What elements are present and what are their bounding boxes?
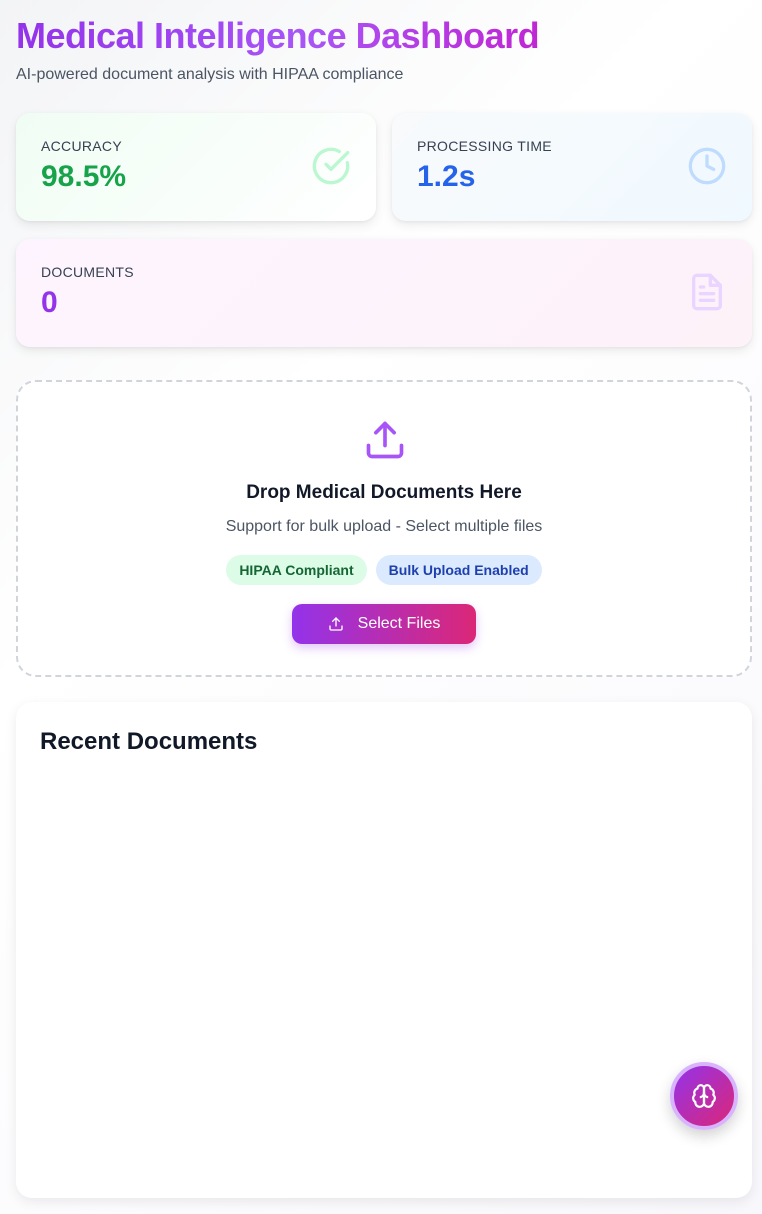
header: Medical Intelligence Dashboard AI-powere… [16, 14, 746, 84]
drop-zone-title: Drop Medical Documents Here [246, 482, 522, 503]
processing-time-label: PROCESSING TIME [417, 138, 552, 154]
check-circle-icon [312, 147, 350, 185]
hipaa-badge: HIPAA Compliant [226, 555, 367, 585]
page-subtitle: AI-powered document analysis with HIPAA … [16, 66, 404, 83]
brain-icon [692, 1084, 716, 1108]
recent-documents-title: Recent Documents [40, 728, 258, 755]
accuracy-label: ACCURACY [41, 138, 122, 154]
bulk-upload-badge: Bulk Upload Enabled [375, 555, 542, 585]
accuracy-value: 98.5% [41, 160, 127, 193]
badge-row: HIPAA Compliant Bulk Upload Enabled [18, 555, 750, 585]
upload-icon [328, 617, 343, 631]
drop-zone-subtitle: Support for bulk upload - Select multipl… [225, 518, 543, 535]
documents-card: DOCUMENTS 0 [16, 239, 752, 347]
documents-value: 0 [41, 286, 58, 319]
processing-time-card: PROCESSING TIME 1.2s [392, 113, 752, 221]
accuracy-card: ACCURACY 98.5% [16, 113, 376, 221]
file-text-icon [692, 273, 722, 311]
select-files-label: Select Files [357, 615, 441, 632]
ai-assistant-button[interactable] [670, 1062, 738, 1130]
select-files-button[interactable]: Select Files [292, 604, 476, 644]
recent-documents-panel: Recent Documents [16, 702, 752, 1198]
documents-label: DOCUMENTS [41, 264, 134, 280]
page-title: Medical Intelligence Dashboard [16, 15, 540, 56]
upload-icon [366, 421, 404, 459]
clock-icon [688, 147, 726, 185]
file-drop-zone[interactable]: Drop Medical Documents Here Support for … [16, 380, 752, 677]
processing-time-value: 1.2s [417, 160, 476, 193]
